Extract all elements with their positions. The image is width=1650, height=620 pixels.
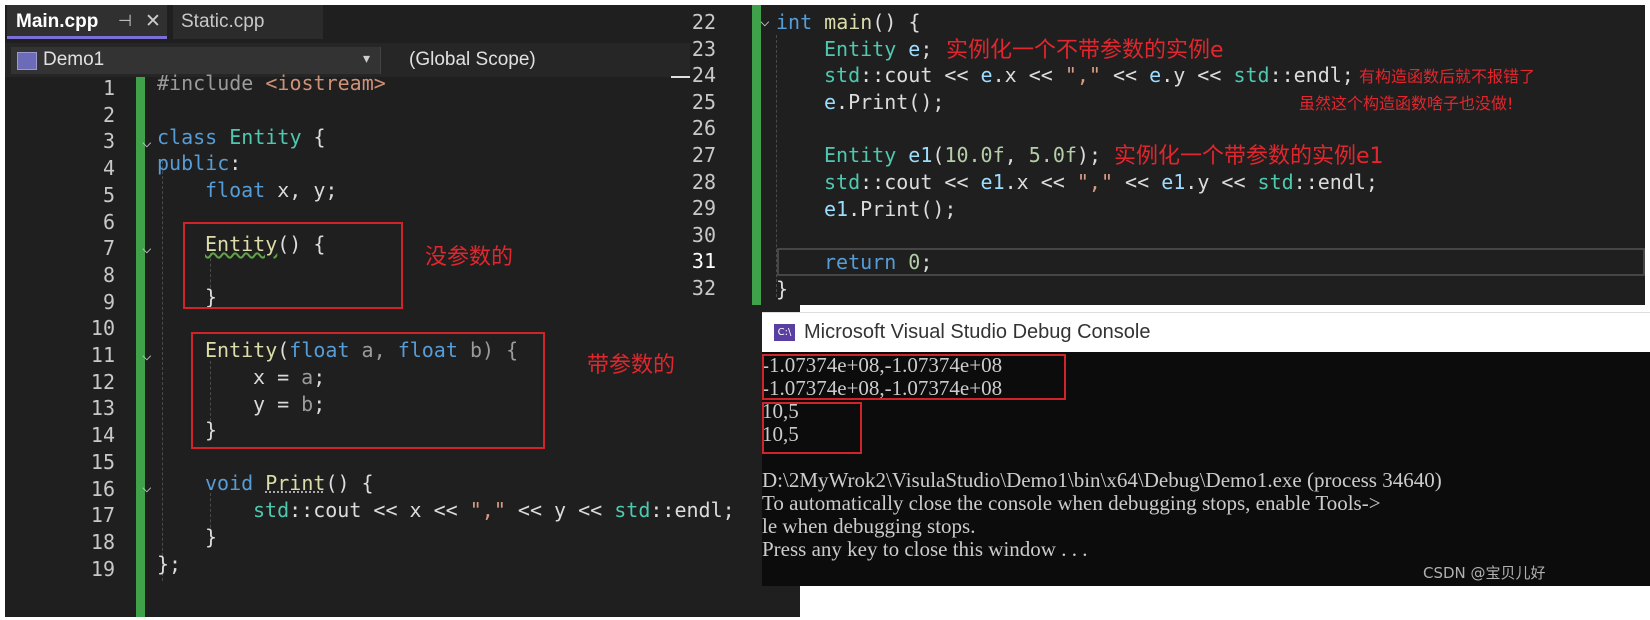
no-param-ctor-highlight (183, 222, 403, 309)
annotation-with-param: 带参数的 (587, 353, 676, 378)
line-number: 11 (90, 343, 115, 367)
line-number: 12 (90, 369, 115, 394)
console-line: D:\2MyWrok2\VisulaStudio\Demo1\bin\x64\D… (762, 468, 1442, 492)
line-number: 17 (90, 503, 115, 528)
close-icon[interactable]: ✕ (145, 5, 161, 39)
code-line-5: float x, y; (205, 178, 338, 202)
code-line-1: #include <iostream> (157, 71, 386, 95)
code-line-32: } (776, 277, 789, 301)
line-number: 13 (90, 396, 115, 421)
code-line-17: std::cout << x << "," << y << std::endl; (253, 498, 735, 522)
code-line-28: std::cout << e1.x << "," << e1.y << std:… (824, 170, 1378, 194)
console-title: Microsoft Visual Studio Debug Console (804, 321, 1151, 343)
fold-chevron-icon[interactable]: ⌵ (142, 238, 152, 257)
code-line-24: std::cout << e.x << "," << e.y << std::e… (824, 63, 1354, 87)
annotation-useless-ctor: 虽然这个构造函数啥子也没做! (1299, 94, 1514, 113)
line-number: 5 (102, 182, 115, 207)
line-number: 4 (102, 156, 115, 181)
pin-icon[interactable]: ⊣ (118, 5, 132, 39)
fold-chevron-icon[interactable]: ⌵ (142, 132, 152, 151)
tab-main-label: Main.cpp (16, 11, 99, 32)
line-number: 26 (691, 116, 716, 141)
code-line-23: Entity e; (824, 37, 933, 61)
code-line-3: class Entity { (157, 125, 326, 149)
code-line-25: e.Print(); (824, 90, 945, 114)
param-ctor-highlight (191, 332, 545, 449)
line-number: 8 (102, 262, 115, 287)
code-line-4: public: (157, 151, 242, 175)
line-number: 31 (691, 249, 716, 274)
navigation-bar: Demo1 ▾ (Global Scope) (5, 43, 800, 77)
code-line-29: e1.Print(); (824, 197, 957, 221)
line-number: 16 (90, 476, 115, 501)
line-number: 24 (691, 63, 716, 88)
line-number: 18 (90, 529, 115, 554)
code-line-27: Entity e1(10.0f, 5.0f); (824, 143, 1102, 167)
line-number: 22 (691, 10, 716, 34)
annotation-instantiate-e: 实例化一个不带参数的实例e (946, 38, 1224, 63)
line-number: 23 (691, 36, 716, 61)
initialized-output-highlight (762, 402, 862, 454)
fold-chevron-icon[interactable]: ⌵ (142, 345, 152, 364)
line-number: 29 (691, 196, 716, 221)
line-number: 7 (102, 236, 115, 261)
annotation-instantiate-e1: 实例化一个带参数的实例e1 (1114, 144, 1384, 169)
tab-static-cpp[interactable]: Static.cpp (173, 5, 323, 39)
chevron-down-icon[interactable]: ▾ (363, 50, 370, 67)
line-number: 6 (102, 209, 115, 234)
line-number: 1 (102, 76, 115, 100)
fold-chevron-icon[interactable]: ⌵ (760, 11, 770, 30)
line-number: 25 (691, 89, 716, 114)
change-indicator-bar (752, 5, 761, 305)
right-code-editor[interactable]: 22 23 24 25 26 27 28 29 30 31 32 ⌵ int main() { En… (690, 5, 1645, 305)
tab-bar: Main.cpp ⊣ ✕ Static.cpp (5, 5, 800, 39)
line-number: 2 (102, 102, 115, 127)
console-output[interactable]: -1.07374e+08,-1.07374e+08 -1.07374e+08,-1… (762, 352, 1650, 586)
project-icon (17, 52, 37, 70)
console-line: To automatically close the console when … (762, 491, 1381, 515)
code-line-16: void Print() { (205, 471, 374, 495)
tab-static-label: Static.cpp (181, 11, 265, 32)
line-number: 32 (691, 276, 716, 300)
line-number: 19 (90, 556, 115, 581)
line-number: 3 (102, 129, 115, 154)
line-number: 30 (691, 222, 716, 247)
project-label: Demo1 (43, 49, 105, 70)
line-number: 27 (691, 143, 716, 167)
fold-chevron-icon[interactable]: ⌵ (142, 477, 152, 496)
line-number: 15 (90, 449, 115, 474)
code-line-18: } (205, 525, 218, 549)
line-number: 14 (90, 423, 115, 448)
line-number: 28 (691, 169, 716, 194)
tab-main-cpp[interactable]: Main.cpp ⊣ ✕ (7, 5, 167, 39)
code-line-19: }; (157, 552, 182, 576)
code-line-22: int main() { (776, 10, 921, 34)
line-number: 9 (102, 289, 115, 314)
code-line-31: return 0; (824, 250, 933, 274)
left-code-editor[interactable]: Main.cpp ⊣ ✕ Static.cpp Demo1 ▾ (Global … (5, 5, 800, 617)
uninitialized-output-highlight (762, 354, 1066, 400)
annotation-no-error: 有构造函数后就不报错了 (1359, 67, 1536, 86)
scope-dropdown[interactable]: (Global Scope) (409, 49, 536, 71)
console-line: le when debugging stops. (762, 514, 976, 538)
annotation-no-param: 没参数的 (425, 245, 514, 270)
watermark: CSDN @宝贝儿好 (1423, 564, 1546, 582)
console-title-bar[interactable]: C:\ Microsoft Visual Studio Debug Consol… (762, 312, 1650, 353)
console-icon: C:\ (774, 324, 795, 341)
indent-guide (162, 161, 163, 581)
console-line: Press any key to close this window . . . (762, 537, 1088, 561)
line-number: 10 (90, 316, 115, 341)
